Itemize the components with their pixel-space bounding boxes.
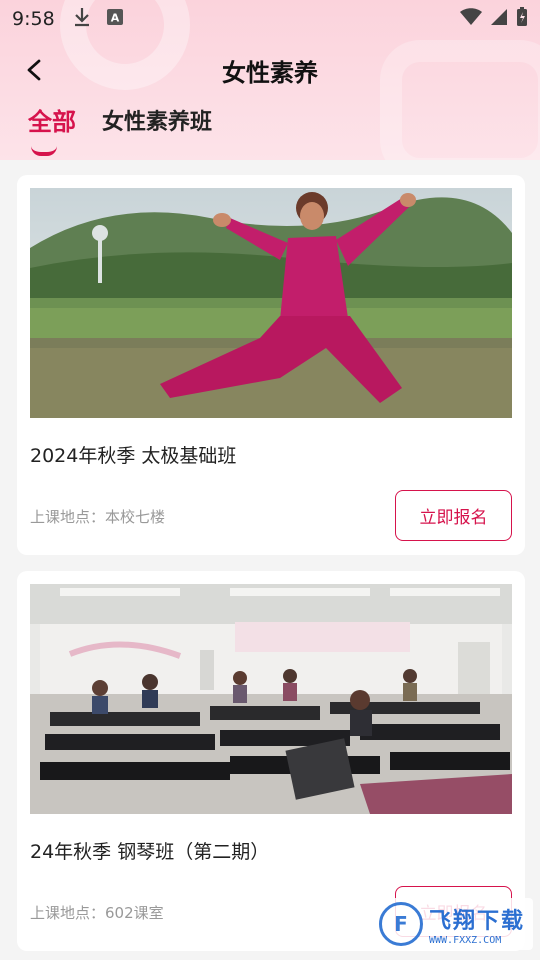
- tab-label: 女性素养班: [102, 110, 213, 135]
- course-location: 上课地点：602课室: [30, 902, 164, 923]
- course-title: 24年秋季 钢琴班（第二期）: [30, 841, 270, 863]
- location-value: 602课室: [105, 904, 164, 922]
- watermark-logo: F: [379, 902, 423, 946]
- svg-text:A: A: [110, 12, 119, 25]
- course-location: 上课地点：本校七楼: [30, 506, 165, 527]
- back-button[interactable]: [18, 54, 50, 86]
- tab-women-literacy-class[interactable]: 女性素养班: [102, 102, 212, 137]
- course-card[interactable]: 2024年秋季 太极基础班 上课地点：本校七楼 立即报名: [17, 175, 525, 555]
- download-icon: [73, 7, 91, 31]
- course-title: 2024年秋季 太极基础班: [30, 445, 237, 467]
- battery-icon: [516, 7, 528, 31]
- course-image-taichi: [30, 188, 512, 418]
- tab-all[interactable]: 全部: [28, 102, 76, 156]
- location-label: 上课地点：: [30, 904, 106, 922]
- signup-button[interactable]: 立即报名: [395, 490, 512, 541]
- watermark: F 飞翔下载 WWW.FXXZ.COM: [373, 898, 533, 950]
- category-tabs: 全部 女性素养班: [28, 102, 212, 156]
- course-list: 2024年秋季 太极基础班 上课地点：本校七楼 立即报名 24年秋季 钢琴班（第…: [17, 175, 525, 960]
- course-image-piano: [30, 584, 512, 814]
- location-value: 本校七楼: [105, 508, 166, 526]
- chevron-left-icon: [27, 59, 41, 81]
- watermark-url: WWW.FXXZ.COM: [429, 934, 502, 946]
- status-bar: 9:58 A: [0, 0, 540, 38]
- page-title: 女性素养: [222, 58, 318, 87]
- watermark-text: 飞翔下载: [429, 908, 526, 934]
- location-label: 上课地点：: [30, 508, 106, 526]
- app-notification-icon: A: [106, 9, 123, 29]
- tab-label: 全部: [28, 108, 76, 136]
- status-time: 9:58: [12, 8, 55, 30]
- navigation-bar: 女性素养: [0, 44, 540, 96]
- wifi-icon: [460, 8, 482, 30]
- course-card[interactable]: 24年秋季 钢琴班（第二期） 上课地点：602课室 立即报名: [17, 571, 525, 951]
- signal-icon: [490, 8, 508, 30]
